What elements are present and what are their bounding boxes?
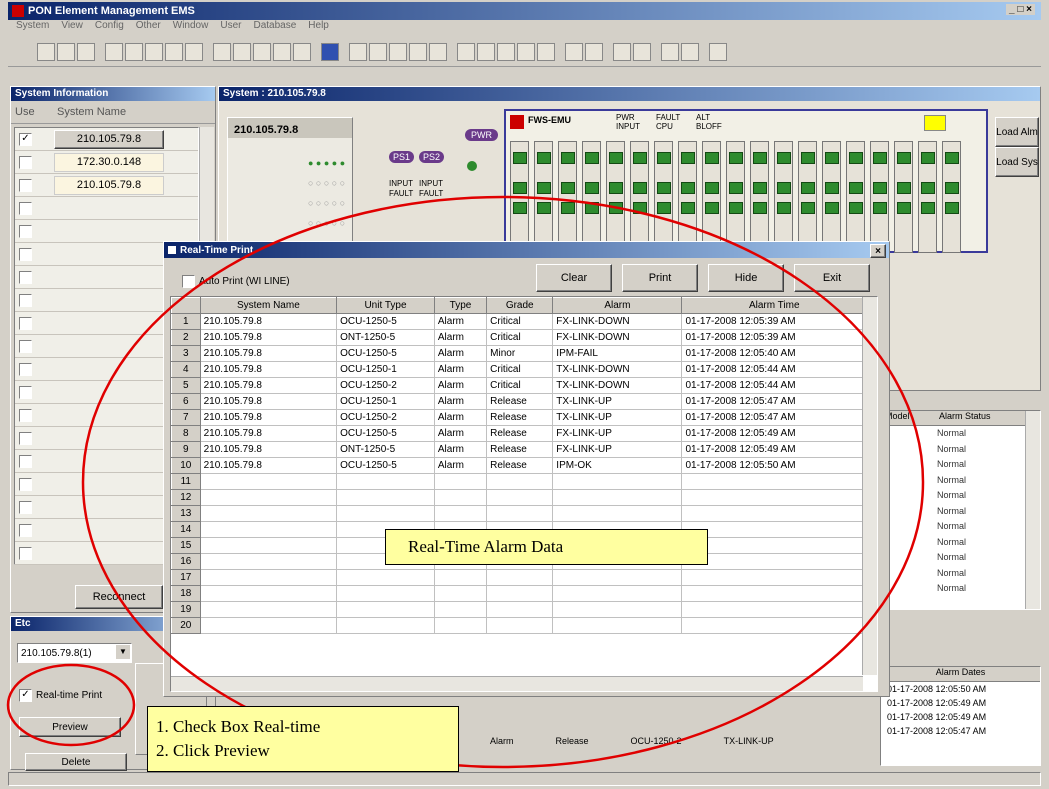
- realtime-checkbox-circle: [6, 663, 136, 747]
- steps-callout: 1. Check Box Real-time 2. Click Preview: [147, 706, 459, 772]
- annotation-overlay: [6, 195, 925, 769]
- step-1-text: 1. Check Box Real-time: [156, 717, 321, 736]
- step-2-text: 2. Click Preview: [156, 741, 270, 760]
- alarm-data-circle: [81, 195, 925, 769]
- alarm-data-callout: Real-Time Alarm Data: [385, 529, 708, 565]
